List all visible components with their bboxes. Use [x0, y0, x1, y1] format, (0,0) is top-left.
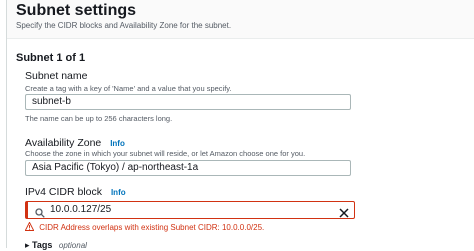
- az-label-text: Availability Zone: [25, 137, 102, 149]
- subnet-name-constraint: The name can be up to 256 characters lon…: [25, 114, 173, 123]
- cidr-info-link[interactable]: Info: [111, 188, 126, 197]
- subnet-settings-panel: Subnet settings Specify the CIDR blocks …: [6, 0, 474, 251]
- az-selected-value: Asia Pacific (Tokyo) / ap-northeast-1a: [32, 162, 199, 173]
- search-icon: [35, 205, 45, 223]
- cidr-value: 10.0.0.127/25: [50, 204, 112, 215]
- tags-section[interactable]: ▸ Tags optional: [25, 240, 87, 251]
- cidr-label-text: IPv4 CIDR block: [25, 186, 103, 198]
- cidr-error-text: CIDR Address overlaps with existing Subn…: [39, 223, 265, 232]
- az-info-link[interactable]: Info: [110, 139, 125, 148]
- az-hint: Choose the zone in which your subnet wil…: [25, 149, 306, 158]
- clear-icon[interactable]: [339, 205, 349, 223]
- cidr-error: CIDR Address overlaps with existing Subn…: [24, 221, 265, 233]
- cidr-input[interactable]: 10.0.0.127/25: [25, 201, 355, 219]
- tags-optional: optional: [58, 241, 87, 250]
- page-description: Specify the CIDR blocks and Availability…: [16, 21, 232, 30]
- cidr-label: IPv4 CIDR block Info: [25, 186, 126, 198]
- tags-label: Tags: [32, 240, 53, 250]
- subnet-name-label: Subnet name: [25, 70, 88, 82]
- subnet-heading: Subnet 1 of 1: [16, 52, 86, 64]
- az-select[interactable]: Asia Pacific (Tokyo) / ap-northeast-1a: [25, 160, 351, 176]
- caret-right-icon: ▸: [25, 240, 30, 250]
- subnet-name-input[interactable]: subnet-b: [25, 94, 351, 110]
- az-label: Availability Zone Info: [25, 137, 125, 149]
- warning-icon: [24, 221, 35, 233]
- page-title: Subnet settings: [16, 2, 137, 19]
- subnet-name-hint: Create a tag with a key of 'Name' and a …: [25, 84, 232, 93]
- panel-header: Subnet settings Specify the CIDR blocks …: [7, 0, 474, 39]
